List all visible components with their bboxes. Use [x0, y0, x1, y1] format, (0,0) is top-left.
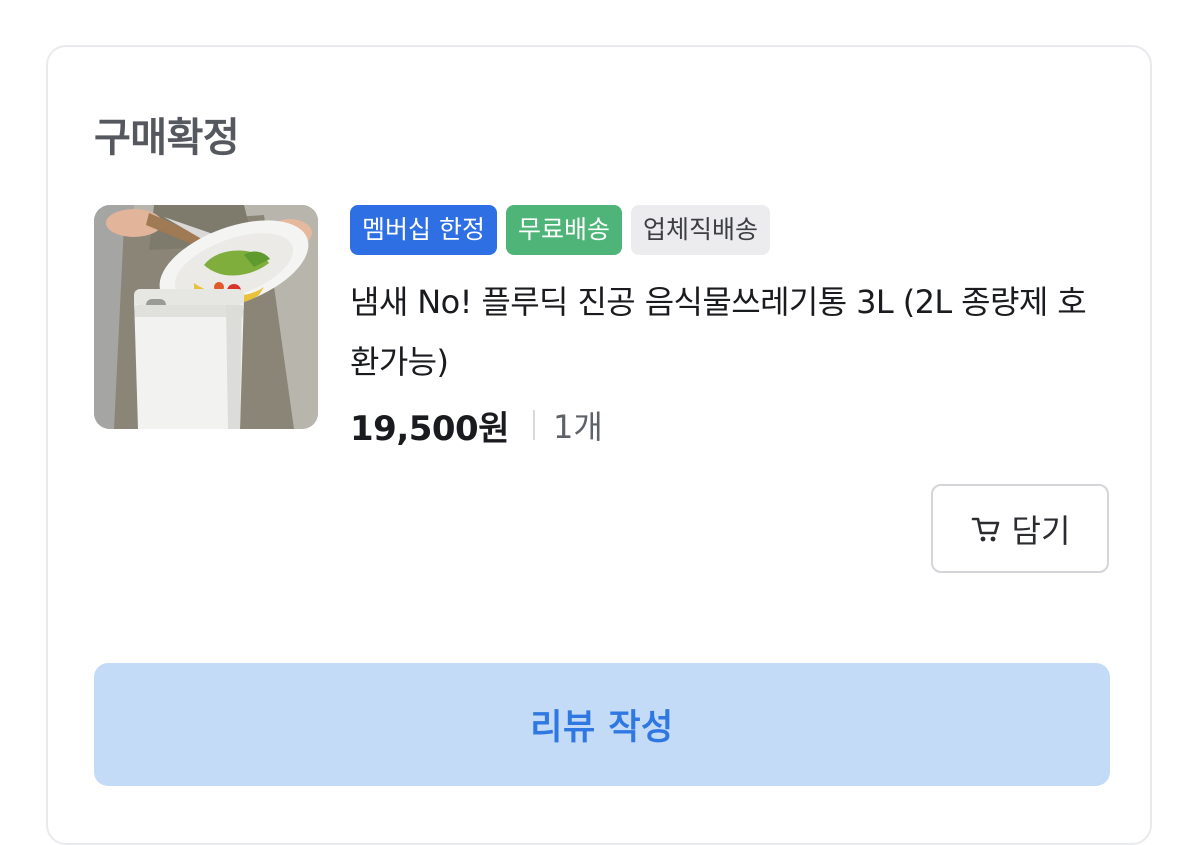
product-name[interactable]: 냄새 No! 플루딕 진공 음식물쓰레기통 3L (2L 종량제 호환가능) [350, 272, 1110, 392]
cart-icon [971, 517, 999, 541]
order-item-card: 구매확정 멤버십 한정 무료배송 업체직배송 냄새 No! 플루딕 진공 음식물… [46, 45, 1152, 845]
product-price: 19,500원 [350, 408, 509, 449]
add-to-cart-label: 담기 [1011, 511, 1071, 550]
divider [532, 410, 535, 440]
add-to-cart-button[interactable]: 담기 [931, 484, 1109, 573]
badge-row: 멤버십 한정 무료배송 업체직배송 [350, 205, 1110, 255]
product-info: 멤버십 한정 무료배송 업체직배송 냄새 No! 플루딕 진공 음식물쓰레기통 … [350, 205, 1110, 449]
membership-badge: 멤버십 한정 [350, 205, 497, 255]
product-quantity: 1개 [552, 408, 603, 446]
direct-shipping-badge: 업체직배송 [630, 205, 770, 255]
product-photo [94, 205, 318, 429]
write-review-button[interactable]: 리뷰 작성 [94, 663, 1110, 786]
write-review-label: 리뷰 작성 [530, 708, 674, 748]
product-thumbnail[interactable] [94, 205, 318, 429]
price-row: 19,500원 1개 [350, 402, 1110, 449]
free-shipping-badge: 무료배송 [505, 205, 622, 255]
order-status-title: 구매확정 [94, 115, 240, 161]
